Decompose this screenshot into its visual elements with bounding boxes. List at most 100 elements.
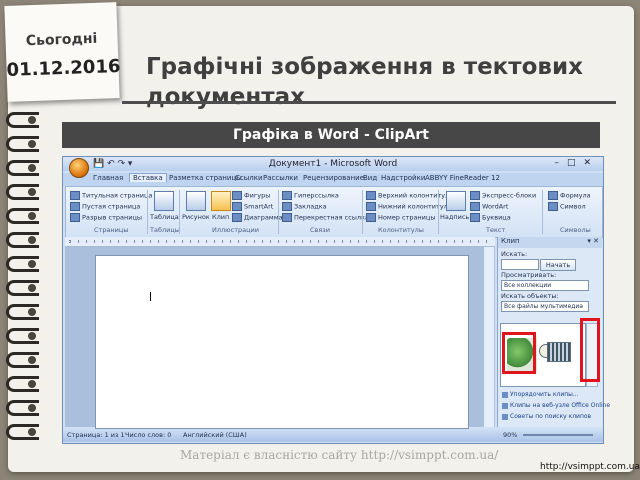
textbox-button[interactable]: Надпись (440, 213, 469, 221)
equation-icon (548, 191, 558, 200)
equation-button[interactable]: Формула (548, 191, 591, 200)
tab-view[interactable]: Вид (363, 174, 377, 182)
text-cursor (150, 292, 151, 301)
tab-page-layout[interactable]: Разметка страницы (169, 174, 242, 182)
quick-parts-button[interactable]: Экспресс-блоки (470, 191, 536, 200)
date-value: 01.12.2016 (6, 55, 121, 81)
ribbon: Титульная страница Пустая страница Разры… (65, 186, 603, 238)
ribbon-tabs: Главная Вставка Разметка страницы Ссылки… (63, 173, 603, 186)
highlight-scrollbar (580, 318, 600, 382)
clipart-icon (211, 191, 231, 211)
office-online-link[interactable]: Клипы на веб-узле Office Online (502, 402, 610, 409)
status-bar: Страница: 1 из 1 Число слов: 0 Английски… (63, 429, 603, 442)
cover-page-button[interactable]: Титульная страница (70, 191, 152, 200)
page-number-button[interactable]: Номер страницы (366, 213, 435, 222)
types-select[interactable]: Все файлы мультимедиа (501, 301, 589, 312)
window-controls[interactable]: –□✕ (554, 158, 599, 168)
group-text: Текст (486, 226, 506, 234)
spiral-binding (2, 110, 42, 450)
group-pages: Страницы (94, 226, 129, 234)
footer-note: Матеріал є власністю сайту http://vsimpp… (180, 448, 499, 462)
types-label: Искать объекты: (501, 292, 559, 300)
slide: Сьогодні 01.12.2016 Графічні зображення … (0, 0, 640, 480)
scope-select[interactable]: Все коллекции (501, 280, 589, 291)
document-area (65, 247, 495, 429)
search-input[interactable] (501, 259, 539, 270)
bookmark-button[interactable]: Закладка (282, 202, 327, 211)
tab-home[interactable]: Главная (93, 174, 123, 182)
zoom-level[interactable]: 90% (503, 431, 517, 439)
tab-abbyy[interactable]: ABBYY FineReader 12 (425, 174, 500, 182)
tab-review[interactable]: Рецензирование (303, 174, 364, 182)
shapes-button[interactable]: Фигуры (232, 191, 270, 200)
textbox-icon (446, 191, 466, 211)
smartart-icon (232, 202, 242, 211)
word-window: Документ1 - Microsoft Word 💾 ↶ ↷ ▾ –□✕ Г… (62, 156, 610, 444)
picture-button[interactable]: Рисунок (182, 213, 210, 221)
wordart-icon (470, 202, 480, 211)
wordart-button[interactable]: WordArt (470, 202, 508, 211)
page-number-icon (366, 213, 376, 222)
organize-clips-link[interactable]: Упорядочить клипы... (502, 391, 579, 398)
document-page[interactable] (95, 255, 469, 429)
window-title: Документ1 - Microsoft Word (63, 157, 603, 171)
quick-parts-icon (470, 191, 480, 200)
ring-icon (2, 134, 46, 152)
clipart-thumbnail[interactable] (547, 342, 571, 362)
ring-icon (2, 110, 46, 128)
scope-label: Просматривать: (501, 271, 557, 279)
search-label: Искать: (501, 250, 528, 258)
ring-icon (2, 230, 46, 248)
page-break-icon (70, 213, 80, 222)
globe-icon (502, 402, 508, 409)
picture-icon (186, 191, 206, 211)
footer-icon (366, 202, 376, 211)
table-button[interactable]: Таблица (150, 213, 179, 221)
title-divider (122, 101, 616, 104)
date-label: Сьогодні (25, 30, 98, 50)
cross-reference-button[interactable]: Перекрестная ссылка (282, 213, 369, 222)
cross-reference-icon (282, 213, 292, 222)
tab-mailings[interactable]: Рассылки (263, 174, 298, 182)
cover-page-icon (70, 191, 80, 200)
tab-insert[interactable]: Вставка (129, 173, 167, 182)
blank-page-icon (70, 202, 80, 211)
group-illustrations: Иллюстрации (212, 226, 259, 234)
highlight-clipart-thumbnail (502, 332, 536, 374)
group-header-footer: Колонтитулы (378, 226, 424, 234)
header-icon (366, 191, 376, 200)
hyperlink-button[interactable]: Гиперссылка (282, 191, 339, 200)
close-icon[interactable]: ▾ ✕ (587, 237, 599, 245)
search-tips-link[interactable]: Советы по поиску клипов (502, 413, 591, 420)
clipart-button[interactable]: Клип (212, 213, 229, 221)
blank-page-button[interactable]: Пустая страница (70, 202, 140, 211)
clipart-pane-title: Клип ▾ ✕ (498, 237, 602, 248)
ring-icon (2, 326, 46, 344)
footer-button[interactable]: Нижний колонтитул (366, 202, 448, 211)
page-break-button[interactable]: Разрыв страницы (70, 213, 142, 222)
dropcap-button[interactable]: Буквица (470, 213, 511, 222)
smartart-button[interactable]: SmartArt (232, 202, 273, 211)
search-button[interactable]: Начать (540, 259, 576, 271)
status-words[interactable]: Число слов: 0 (125, 431, 171, 439)
bookmark-icon (282, 202, 292, 211)
group-links: Связи (310, 226, 330, 234)
ring-icon (2, 182, 46, 200)
site-url[interactable]: http://vsimppt.com.ua/ (540, 462, 640, 472)
status-page[interactable]: Страница: 1 из 1 (67, 431, 125, 439)
group-symbols: Символы (560, 226, 591, 234)
zoom-slider[interactable] (523, 434, 593, 436)
vertical-scrollbar[interactable] (483, 247, 494, 427)
chart-button[interactable]: Диаграмма (232, 213, 283, 222)
ring-icon (2, 302, 46, 320)
quick-access-toolbar[interactable]: 💾 ↶ ↷ ▾ (93, 159, 132, 169)
symbol-button[interactable]: Символ (548, 202, 586, 211)
horizontal-ruler (65, 237, 495, 247)
header-button[interactable]: Верхний колонтитул (366, 191, 449, 200)
office-button[interactable] (69, 158, 89, 178)
tab-addins[interactable]: Надстройки (381, 174, 425, 182)
status-language[interactable]: Английский (США) (183, 431, 247, 439)
table-icon (154, 191, 174, 211)
ring-icon (2, 398, 46, 416)
tab-references[interactable]: Ссылки (235, 174, 263, 182)
